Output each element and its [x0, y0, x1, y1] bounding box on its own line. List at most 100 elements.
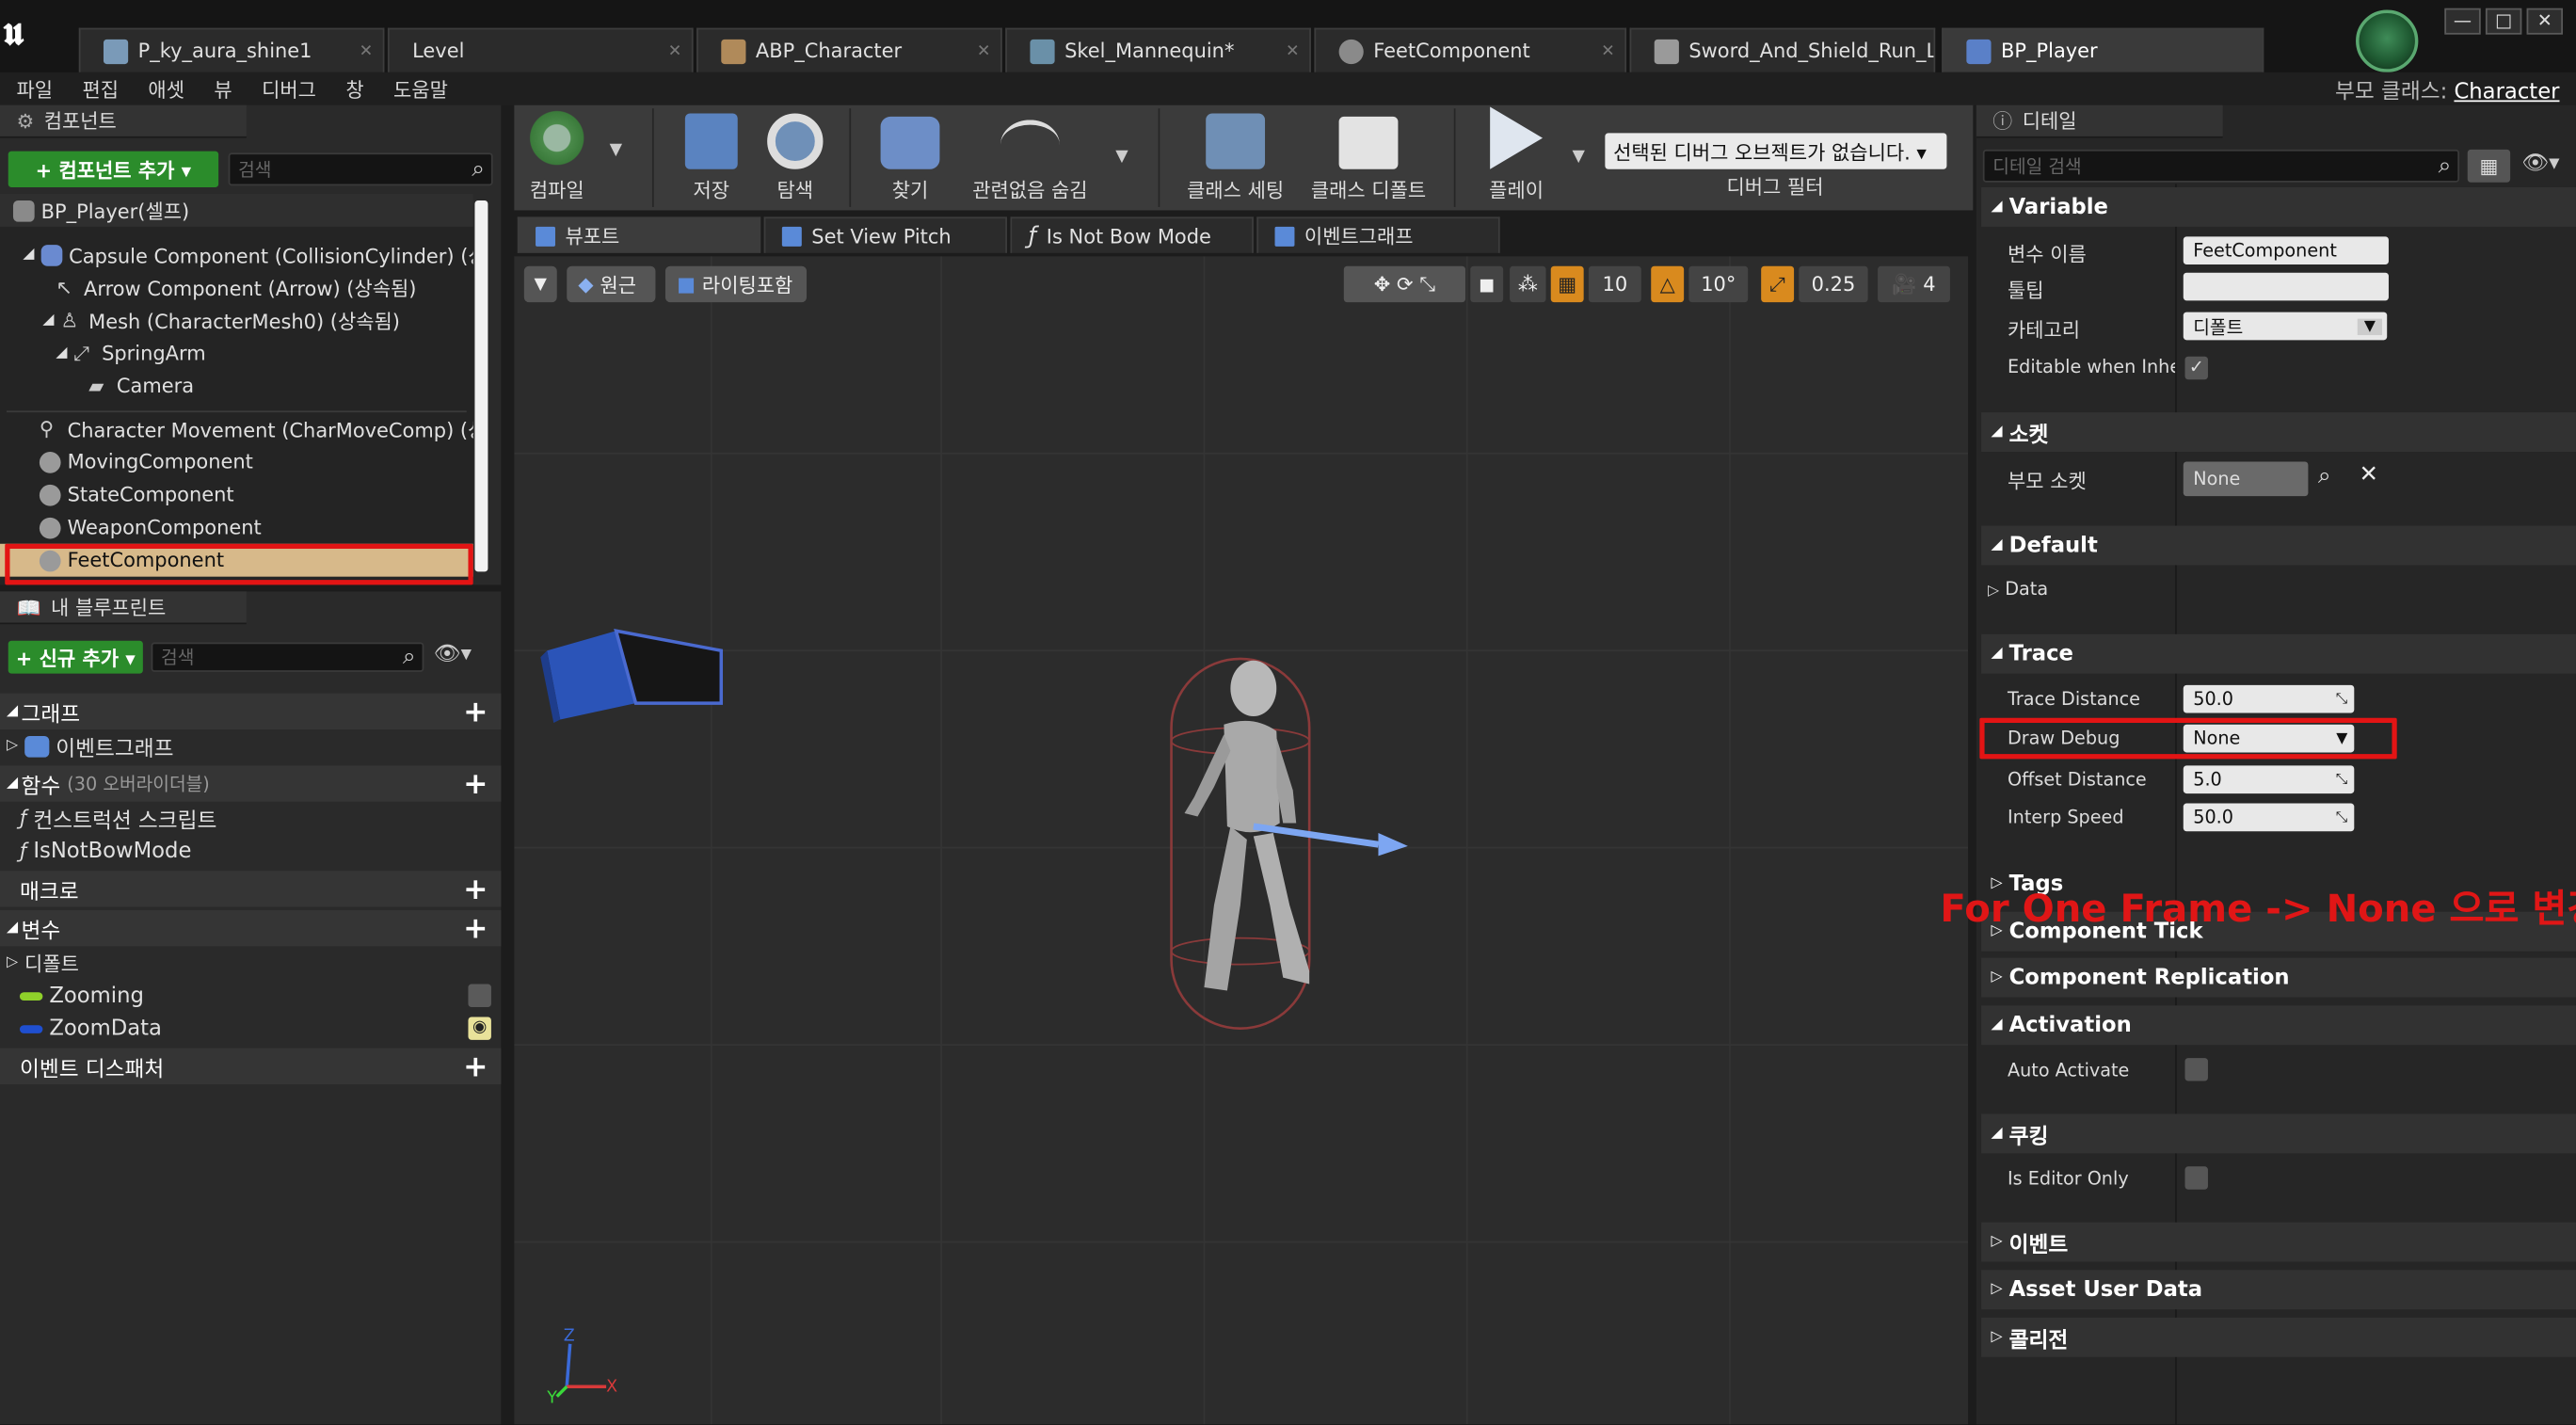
tab-viewport[interactable]: 뷰포트 [517, 216, 761, 253]
menu-view[interactable]: 뷰 [214, 74, 232, 103]
compile-options-dropdown-icon[interactable]: ▼ [610, 141, 622, 159]
category-activation[interactable]: ◢ Activation [1981, 1005, 2576, 1046]
details-view-options-icon[interactable]: 👁▾ [2521, 152, 2559, 176]
visible-eye-icon[interactable]: ◉ [468, 1017, 491, 1040]
browse-button[interactable]: 탐색 [758, 105, 833, 211]
tab-skel-mannequin[interactable]: Skel_Mannequin* ✕ [1005, 27, 1311, 72]
tab-level[interactable]: Level ✕ [387, 27, 694, 72]
category-socket[interactable]: ◢ 소켓 [1981, 412, 2576, 453]
tab-set-view-pitch[interactable]: Set View Pitch [763, 216, 1007, 253]
category-collision[interactable]: ▷ 콜리전 [1981, 1317, 2576, 1357]
close-tab-icon[interactable]: ✕ [1601, 42, 1615, 60]
category-asset-user-data[interactable]: ▷ Asset User Data [1981, 1270, 2576, 1310]
var-name-input[interactable]: FeetComponent [2183, 236, 2389, 265]
collapse-arrow-icon[interactable]: ◢ [1992, 199, 2003, 215]
rotation-snap-icon[interactable]: △ [1651, 265, 1685, 303]
add-variable-icon[interactable]: + [463, 911, 488, 946]
surface-snap-icon[interactable]: ⁂ [1510, 265, 1546, 303]
expand-arrow-icon[interactable]: ▷ [7, 738, 18, 754]
function-construction-script[interactable]: ƒ 컨스트럭션 스크립트 [0, 802, 501, 835]
functions-section-header[interactable]: ◢ 함수 (30 오버라이더블) + [0, 765, 502, 802]
tab-is-not-bow-mode[interactable]: ƒ Is Not Bow Mode [1010, 216, 1254, 253]
close-tab-icon[interactable]: ✕ [668, 42, 682, 60]
data-row[interactable]: ▷ Data [1988, 578, 2048, 600]
grid-snap-value[interactable]: 10 [1588, 265, 1641, 303]
add-dispatcher-icon[interactable]: + [463, 1049, 488, 1084]
variable-zooming[interactable]: Zooming [0, 979, 501, 1012]
menu-window[interactable]: 창 [345, 74, 363, 103]
play-button[interactable]: 플레이 [1477, 105, 1556, 211]
tree-item-arrow[interactable]: ↖ Arrow Component (Arrow) (상속됨) [0, 271, 473, 304]
tree-item-character-movement[interactable]: ⚲Character Movement (CharMoveComp) (상속됨) [0, 412, 473, 445]
parent-class-link[interactable]: Character [2454, 81, 2559, 105]
tree-item-capsule[interactable]: ◢ Capsule Component (CollisionCylinder) (… [0, 238, 473, 271]
unreal-logo[interactable]: 𝖚 [3, 7, 45, 56]
tree-root[interactable]: BP_Player(셀프) [0, 193, 473, 227]
graph-section-header[interactable]: ◢ 그래프 + [0, 693, 502, 730]
event-dispatchers-section-header[interactable]: 이벤트 디스패처 + [0, 1048, 502, 1085]
grid-snap-icon[interactable]: ▦ [1550, 265, 1584, 303]
visibility-toggle-icon[interactable] [468, 984, 491, 1007]
collapse-arrow-icon[interactable]: ◢ [1992, 1126, 2003, 1142]
interp-speed-input[interactable]: 50.0 ⤡ [2183, 803, 2355, 832]
tab-components[interactable]: ⚙ 컴포넌트 [0, 104, 247, 138]
camera-speed[interactable]: 🎥 4 [1878, 265, 1950, 303]
trace-distance-input[interactable]: 50.0 ⤡ [2183, 684, 2355, 713]
compile-button[interactable]: 컴파일 [518, 105, 597, 211]
collapse-arrow-icon[interactable]: ◢ [42, 312, 54, 328]
world-local-icon[interactable]: ◼ [1470, 265, 1504, 303]
expand-arrow-icon[interactable]: ▷ [1992, 1281, 2003, 1297]
is-editor-only-checkbox[interactable] [2184, 1166, 2208, 1190]
hide-unrelated-dropdown-icon[interactable]: ▼ [1115, 148, 1128, 166]
add-function-icon[interactable]: + [463, 766, 488, 801]
tree-item-mesh[interactable]: ◢ ♙ Mesh (CharacterMesh0) (상속됨) [0, 304, 473, 337]
collapse-arrow-icon[interactable]: ◢ [1992, 646, 2003, 662]
collapse-arrow-icon[interactable]: ◢ [23, 247, 34, 263]
expand-arrow-icon[interactable]: ▷ [1992, 1234, 2003, 1250]
menu-help[interactable]: 도움말 [393, 74, 448, 103]
tab-sword-and-shield-run[interactable]: Sword_And_Shield_Run_L [1629, 27, 1936, 72]
add-macro-icon[interactable]: + [463, 872, 488, 906]
minimize-button[interactable]: — [2444, 8, 2481, 35]
rotate-icon[interactable]: ⟳ [1397, 273, 1414, 296]
parent-socket-input[interactable]: None [2183, 461, 2309, 497]
tree-item-moving-component[interactable]: MovingComponent [0, 445, 473, 478]
blueprint-search-input[interactable]: 검색 ⌕ [151, 642, 424, 672]
category-events[interactable]: ▷ 이벤트 [1981, 1222, 2576, 1262]
property-matrix-icon[interactable]: ▦ [2467, 149, 2511, 183]
add-component-button[interactable]: + 컴포넌트 추가 ▾ [8, 151, 219, 187]
spin-arrows-icon[interactable]: ⤡ [2336, 772, 2348, 788]
component-search-input[interactable]: 검색 ⌕ [228, 152, 493, 186]
clear-socket-icon[interactable]: ✕ [2360, 461, 2378, 488]
eye-view-options-icon[interactable]: 👁▾ [434, 642, 472, 666]
hide-unrelated-button[interactable]: 관련없음 숨김 [965, 105, 1096, 211]
category-variable[interactable]: ◢ Variable [1981, 186, 2576, 227]
source-control-globe-icon[interactable] [2356, 9, 2419, 72]
tree-item-state-component[interactable]: StateComponent [0, 478, 473, 511]
editable-when-inherited-checkbox[interactable]: ✓ [2184, 356, 2208, 380]
spin-arrows-icon[interactable]: ⤡ [2336, 809, 2348, 825]
expand-arrow-icon[interactable]: ▷ [7, 954, 18, 970]
event-graph-item[interactable]: ▷ 이벤트그래프 [0, 729, 501, 762]
viewport-options-dropdown[interactable]: ▼ [523, 265, 557, 303]
tree-item-springarm[interactable]: ◢ ⤢ SpringArm [0, 337, 473, 370]
function-isnotbowmode[interactable]: ƒ IsNotBowMode [0, 835, 501, 868]
menu-debug[interactable]: 디버그 [262, 74, 316, 103]
close-tab-icon[interactable]: ✕ [977, 42, 991, 60]
class-settings-button[interactable]: 클래스 세팅 [1178, 105, 1293, 211]
tab-bp-player[interactable]: BP_Player [1942, 27, 2264, 72]
category-component-replication[interactable]: ▷ Component Replication [1981, 957, 2576, 998]
debug-object-dropdown[interactable]: 선택된 디버그 오브젝트가 없습니다. ▾ [1605, 133, 1947, 169]
collapse-arrow-icon[interactable]: ◢ [7, 703, 18, 719]
perspective-button[interactable]: ◆ 원근 [567, 265, 656, 303]
add-new-button[interactable]: + 신규 추가 ▾ [8, 640, 143, 674]
menu-edit[interactable]: 편집 [82, 74, 119, 103]
tree-item-weapon-component[interactable]: WeaponComponent [0, 511, 473, 544]
category-default[interactable]: ◢ Default [1981, 525, 2576, 566]
play-options-dropdown-icon[interactable]: ▼ [1572, 148, 1584, 166]
close-tab-icon[interactable]: ✕ [360, 42, 374, 60]
save-button[interactable]: 저장 [675, 105, 747, 211]
category-dropdown[interactable]: 디폴트 ▼ [2183, 312, 2388, 341]
maximize-button[interactable]: □ [2485, 8, 2522, 35]
browse-socket-icon[interactable]: ⌕ [2318, 463, 2331, 489]
